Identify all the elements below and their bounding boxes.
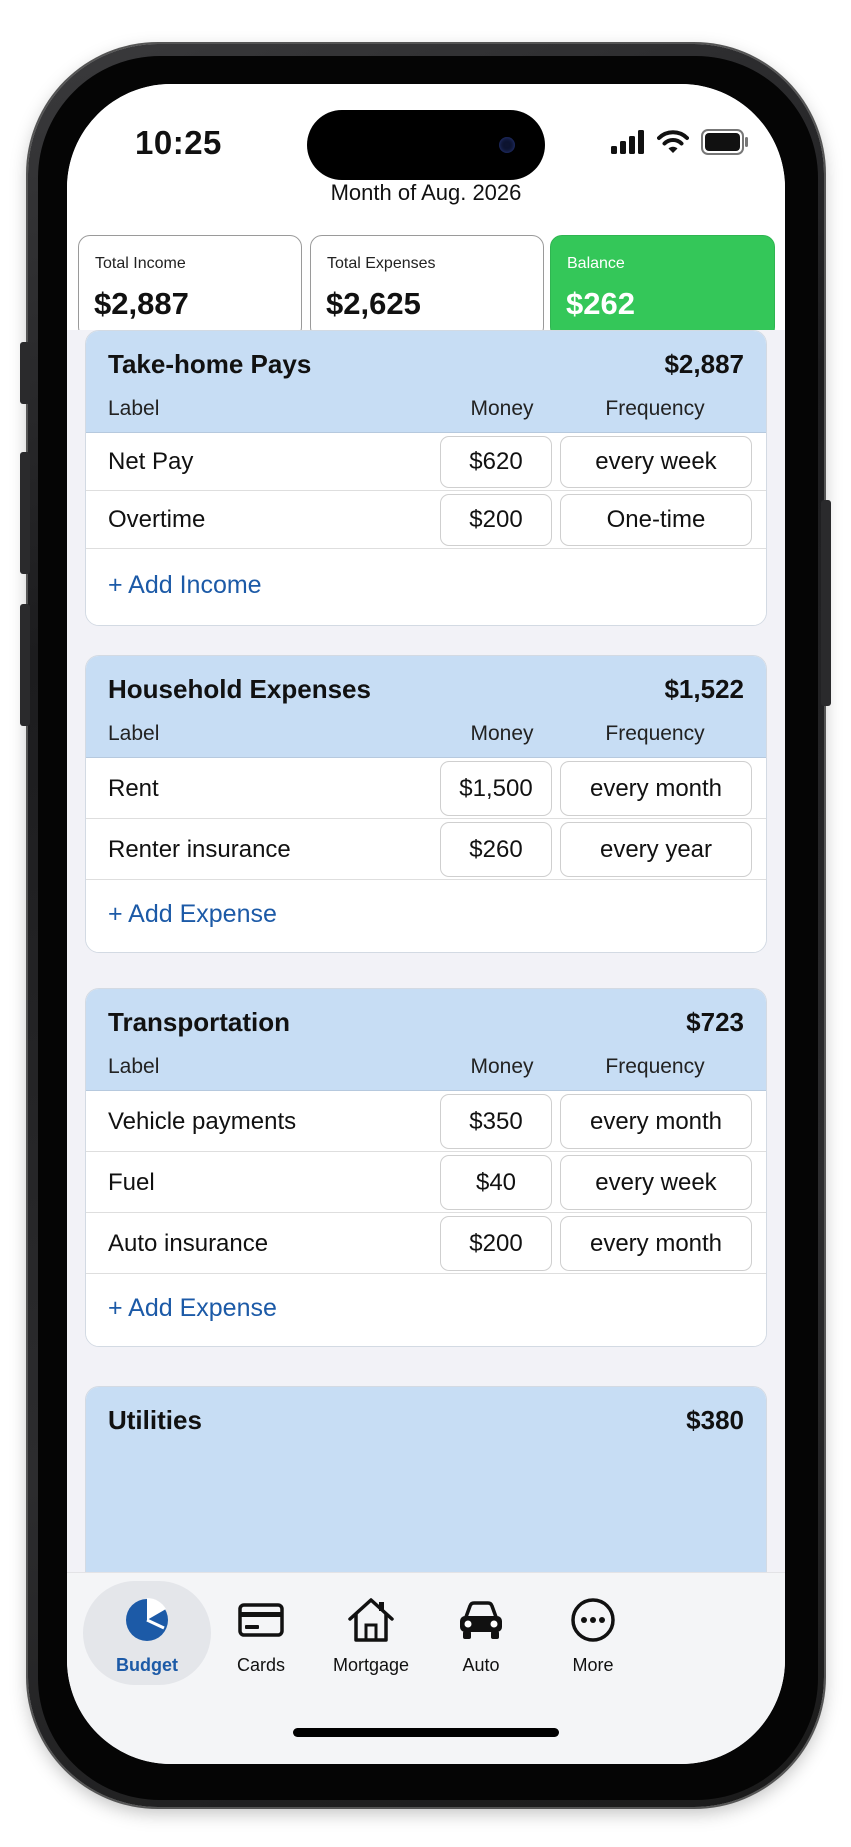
- column-header-money: Money: [470, 1055, 534, 1078]
- frequency-field[interactable]: every month: [560, 1094, 752, 1149]
- add-expense-button[interactable]: + Add Expense: [108, 1294, 277, 1323]
- tab-label: Mortgage: [332, 1655, 410, 1675]
- tab-cards[interactable]: Cards: [197, 1581, 325, 1685]
- frequency-field[interactable]: every month: [560, 761, 752, 816]
- row-label[interactable]: Auto insurance: [108, 1230, 268, 1258]
- frequency-field[interactable]: every week: [560, 436, 752, 488]
- pie-chart-icon: [126, 1598, 168, 1641]
- column-header-label: Label: [108, 722, 160, 745]
- balance-label: Balance: [567, 255, 625, 272]
- screen: 10:25 Month of Aug. 2026 Total Income $2…: [67, 84, 785, 1764]
- money-field[interactable]: $200: [440, 494, 552, 546]
- tab-label: Auto: [462, 1655, 500, 1675]
- money-field[interactable]: $350: [440, 1094, 552, 1149]
- frequency-field[interactable]: every month: [560, 1216, 752, 1271]
- table-row[interactable]: Fuel $40 every week: [86, 1152, 766, 1213]
- tab-label: More: [572, 1655, 614, 1675]
- total-income-label: Total Income: [95, 255, 186, 272]
- money-field[interactable]: $1,500: [440, 761, 552, 816]
- section-total: $1,522: [664, 674, 744, 704]
- table-row[interactable]: Renter insurance $260 every year: [86, 819, 766, 880]
- column-header-money: Money: [470, 397, 534, 420]
- row-label[interactable]: Renter insurance: [108, 836, 291, 864]
- section-title: Take-home Pays: [108, 349, 312, 379]
- volume-up-button: [20, 452, 30, 574]
- tab-auto[interactable]: Auto: [417, 1581, 545, 1685]
- column-header-frequency: Frequency: [605, 397, 705, 420]
- total-expenses-card[interactable]: Total Expenses $2,625: [310, 235, 544, 339]
- total-expenses-label: Total Expenses: [327, 255, 436, 272]
- home-indicator[interactable]: [293, 1728, 559, 1737]
- money-field[interactable]: $200: [440, 1216, 552, 1271]
- row-label[interactable]: Net Pay: [108, 448, 193, 476]
- row-label[interactable]: Rent: [108, 775, 159, 803]
- section-header: Take-home Pays $2,887 Label Money Freque…: [86, 331, 766, 433]
- column-header-frequency: Frequency: [605, 722, 705, 745]
- money-field[interactable]: $260: [440, 822, 552, 877]
- frequency-field[interactable]: One-time: [560, 494, 752, 546]
- section-title: Household Expenses: [108, 674, 371, 704]
- tab-more[interactable]: More: [529, 1581, 657, 1685]
- month-title[interactable]: Month of Aug. 2026: [67, 180, 785, 206]
- section-transportation: Transportation $723 Label Money Frequenc…: [85, 988, 767, 1347]
- row-label[interactable]: Fuel: [108, 1169, 155, 1197]
- car-icon: [460, 1601, 502, 1639]
- balance-value: $262: [566, 286, 635, 321]
- column-header-label: Label: [108, 397, 160, 420]
- credit-card-icon: [238, 1603, 284, 1637]
- section-total: $723: [686, 1007, 744, 1037]
- total-income-value: $2,887: [94, 286, 189, 321]
- column-header-money: Money: [470, 722, 534, 745]
- budget-scroll-area[interactable]: Take-home Pays $2,887 Label Money Freque…: [67, 330, 785, 1572]
- total-expenses-value: $2,625: [326, 286, 421, 321]
- row-label[interactable]: Overtime: [108, 506, 205, 534]
- volume-down-button: [20, 604, 30, 726]
- more-icon: [571, 1598, 615, 1642]
- column-header-frequency: Frequency: [605, 1055, 705, 1078]
- tab-budget[interactable]: Budget: [83, 1581, 211, 1685]
- row-label[interactable]: Vehicle payments: [108, 1108, 296, 1136]
- money-field[interactable]: $620: [440, 436, 552, 488]
- table-row[interactable]: Rent $1,500 every month: [86, 758, 766, 819]
- add-row: + Add Income: [86, 549, 766, 625]
- frequency-field[interactable]: every week: [560, 1155, 752, 1210]
- section-household-expenses: Household Expenses $1,522 Label Money Fr…: [85, 655, 767, 953]
- money-field[interactable]: $40: [440, 1155, 552, 1210]
- column-header-label: Label: [108, 1055, 160, 1078]
- total-income-card[interactable]: Total Income $2,887: [78, 235, 302, 339]
- tab-label: Cards: [236, 1655, 285, 1675]
- section-header: Household Expenses $1,522 Label Money Fr…: [86, 656, 766, 758]
- table-row[interactable]: Overtime $200 One-time: [86, 491, 766, 549]
- section-total: $380: [686, 1405, 744, 1435]
- section-title: Utilities: [108, 1405, 202, 1435]
- section-utilities: Utilities $380: [85, 1386, 767, 1572]
- add-row: + Add Expense: [86, 880, 766, 952]
- table-row[interactable]: Vehicle payments $350 every month: [86, 1091, 766, 1152]
- add-income-button[interactable]: + Add Income: [108, 571, 262, 600]
- table-row[interactable]: Net Pay $620 every week: [86, 433, 766, 491]
- add-expense-button[interactable]: + Add Expense: [108, 900, 277, 929]
- section-total: $2,887: [664, 349, 744, 379]
- house-icon: [348, 1598, 394, 1642]
- balance-card[interactable]: Balance $262: [550, 235, 775, 339]
- tab-label: Budget: [116, 1655, 178, 1675]
- action-button: [20, 342, 30, 404]
- frequency-field[interactable]: every year: [560, 822, 752, 877]
- table-row[interactable]: Auto insurance $200 every month: [86, 1213, 766, 1274]
- section-header: Transportation $723 Label Money Frequenc…: [86, 989, 766, 1091]
- tab-mortgage[interactable]: Mortgage: [307, 1581, 435, 1685]
- power-button: [821, 500, 831, 706]
- section-title: Transportation: [108, 1007, 291, 1037]
- section-take-home-pays: Take-home Pays $2,887 Label Money Freque…: [85, 330, 767, 626]
- section-header: Utilities $380: [86, 1387, 766, 1572]
- add-row: + Add Expense: [86, 1274, 766, 1346]
